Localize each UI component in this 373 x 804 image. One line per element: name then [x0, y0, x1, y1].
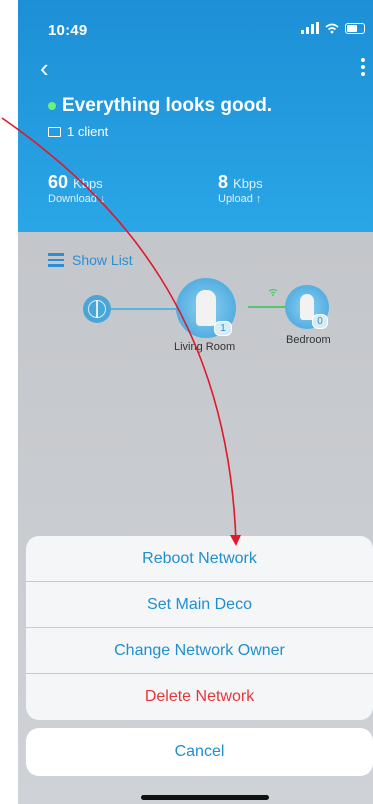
annotation-arrow [1, 117, 241, 546]
